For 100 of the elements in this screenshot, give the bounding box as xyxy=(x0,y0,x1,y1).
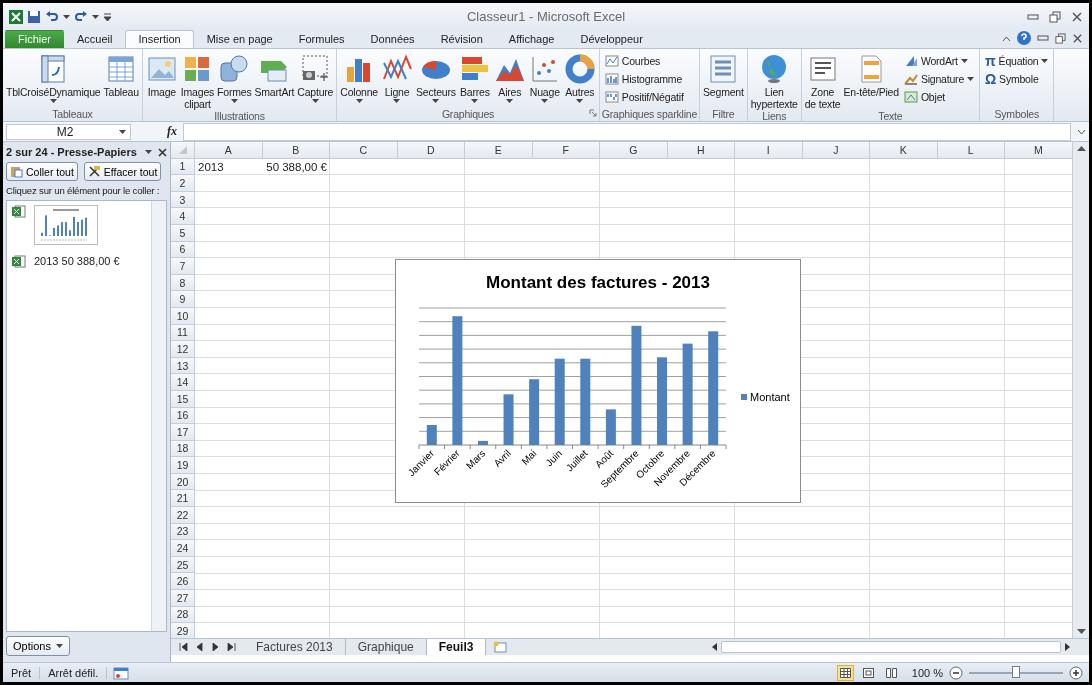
ribbon-tab[interactable]: Fichier xyxy=(5,30,64,48)
row-header[interactable]: 19 xyxy=(171,457,195,474)
redo-icon[interactable] xyxy=(74,9,88,24)
ribbon-button[interactable]: Image xyxy=(144,51,179,98)
ribbon-button[interactable]: Tableau xyxy=(102,51,140,98)
restore-icon[interactable] xyxy=(1049,10,1061,23)
ribbon-button[interactable]: Positif/Négatif xyxy=(604,89,684,104)
ribbon-button[interactable]: Formes xyxy=(216,51,253,103)
name-box[interactable]: M2 xyxy=(6,123,131,140)
row-header[interactable]: 24 xyxy=(171,540,195,557)
restore-icon[interactable] xyxy=(1055,32,1066,44)
next-sheet-icon[interactable] xyxy=(211,643,220,651)
ribbon-tab[interactable]: Insertion xyxy=(125,30,194,48)
column-header[interactable]: I xyxy=(735,142,803,158)
ribbon-button[interactable]: Objet xyxy=(903,89,975,104)
pane-button[interactable]: Effacer tout xyxy=(83,162,162,181)
column-header[interactable]: G xyxy=(600,142,668,158)
row-header[interactable]: 17 xyxy=(171,424,195,441)
table-cell[interactable]: 2013 xyxy=(195,158,263,176)
column-header[interactable]: F xyxy=(532,142,600,158)
minimize-icon[interactable] xyxy=(1037,34,1049,42)
clipboard-item[interactable] xyxy=(11,205,98,245)
column-header[interactable]: H xyxy=(667,142,735,158)
row-header[interactable]: 14 xyxy=(171,374,195,391)
formula-field[interactable] xyxy=(183,122,1071,141)
row-header[interactable]: 22 xyxy=(171,507,195,524)
ribbon-button[interactable]: Nuage xyxy=(527,51,562,103)
ribbon-button[interactable]: Zone de texte xyxy=(803,51,842,110)
expand-icon[interactable] xyxy=(1077,128,1086,135)
zoom-level[interactable]: 100 % xyxy=(911,667,943,679)
dialog-launcher-icon[interactable] xyxy=(588,109,597,117)
help-icon[interactable] xyxy=(1017,31,1031,45)
ribbon-tab[interactable]: Accueil xyxy=(64,30,126,48)
column-header[interactable]: L xyxy=(937,142,1005,158)
ribbon-button[interactable]: Secteurs xyxy=(415,51,457,103)
ribbon-button[interactable]: Capture xyxy=(296,51,335,103)
ribbon-button[interactable]: SmartArt xyxy=(253,51,296,98)
ribbon-button[interactable]: Aires xyxy=(492,51,527,103)
row-header[interactable]: 12 xyxy=(171,341,195,358)
last-sheet-icon[interactable] xyxy=(227,643,236,651)
ribbon-tab[interactable]: Données xyxy=(357,30,428,48)
ribbon-button[interactable]: Images clipart xyxy=(179,51,216,110)
column-header[interactable]: A xyxy=(195,142,263,158)
ribbon-button[interactable]: Histogramme xyxy=(604,71,684,86)
scroll-down-icon[interactable] xyxy=(1076,629,1086,635)
ribbon-button[interactable]: Signature xyxy=(903,71,975,86)
column-header[interactable]: E xyxy=(465,142,533,158)
ribbon-button[interactable]: Ω Symbole xyxy=(985,71,1049,86)
options-button[interactable]: Options xyxy=(6,636,70,656)
ribbon-tab[interactable]: Mise en page xyxy=(193,30,286,48)
close-icon[interactable] xyxy=(1071,10,1083,23)
zoom-in-icon[interactable] xyxy=(1069,666,1083,680)
column-header[interactable]: B xyxy=(262,142,330,158)
scroll-up-icon[interactable] xyxy=(1076,145,1086,151)
ribbon-button[interactable]: Ligne xyxy=(380,51,414,103)
column-header[interactable]: D xyxy=(397,142,465,158)
ribbon-button[interactable]: En-tête/Pied xyxy=(842,51,900,98)
ribbon-button[interactable]: Barres xyxy=(457,51,492,103)
column-header[interactable]: C xyxy=(330,142,398,158)
column-header[interactable]: K xyxy=(870,142,938,158)
sheet-tab[interactable]: Graphique xyxy=(345,639,427,655)
ribbon-tab[interactable]: Développeur xyxy=(567,30,656,48)
function-button[interactable]: fx xyxy=(137,124,177,139)
ribbon-button[interactable]: TblCroiséDynamique xyxy=(5,51,102,103)
row-header[interactable]: 27 xyxy=(171,590,195,607)
row-header[interactable]: 7 xyxy=(171,258,195,275)
close-icon[interactable] xyxy=(1072,32,1083,44)
macro-record-icon[interactable] xyxy=(113,666,130,680)
ribbon-tab[interactable]: Formules xyxy=(285,30,358,48)
pane-scrollbar[interactable] xyxy=(151,201,166,631)
ribbon-tab[interactable]: Révision xyxy=(427,30,496,48)
first-sheet-icon[interactable] xyxy=(179,643,188,651)
ribbon-tab[interactable]: Affichage xyxy=(495,30,568,48)
previous-sheet-icon[interactable] xyxy=(195,643,204,651)
scroll-right-icon[interactable] xyxy=(1065,643,1071,651)
sheet-tab[interactable]: Factures 2013 xyxy=(244,639,346,655)
ribbon-button[interactable]: Colonne xyxy=(339,51,379,103)
vertical-scrollbar[interactable] xyxy=(1072,142,1089,638)
scroll-left-icon[interactable] xyxy=(711,643,717,651)
sheet-tab[interactable]: Feuil3 xyxy=(426,639,487,655)
collapse-ribbon-icon[interactable] xyxy=(1002,34,1011,42)
ribbon-button[interactable]: Autres xyxy=(562,51,597,103)
column-header[interactable]: J xyxy=(802,142,870,158)
clipboard-item[interactable]: 2013 50 388,00 € xyxy=(11,255,120,268)
excel-logo-icon[interactable] xyxy=(9,9,23,24)
close-icon[interactable] xyxy=(158,147,167,157)
undo-icon[interactable] xyxy=(45,9,59,24)
ribbon-button[interactable]: Lien hypertexte xyxy=(749,51,799,110)
horizontal-scrollbar[interactable] xyxy=(711,641,1071,653)
row-header[interactable]: 26 xyxy=(171,573,195,591)
row-header[interactable]: 29 xyxy=(171,623,195,638)
row-header[interactable]: 2 xyxy=(171,175,195,192)
row-header[interactable]: 9 xyxy=(171,291,195,308)
ribbon-button[interactable]: Segment xyxy=(702,51,745,98)
ribbon-button[interactable]: WordArt xyxy=(903,53,975,68)
ribbon-button[interactable]: Courbes xyxy=(604,53,684,68)
row-header[interactable]: 21 xyxy=(171,490,195,508)
save-icon[interactable] xyxy=(27,9,41,24)
pane-button[interactable]: Coller tout xyxy=(6,162,78,181)
zoom-slider-thumb[interactable] xyxy=(1012,666,1020,678)
